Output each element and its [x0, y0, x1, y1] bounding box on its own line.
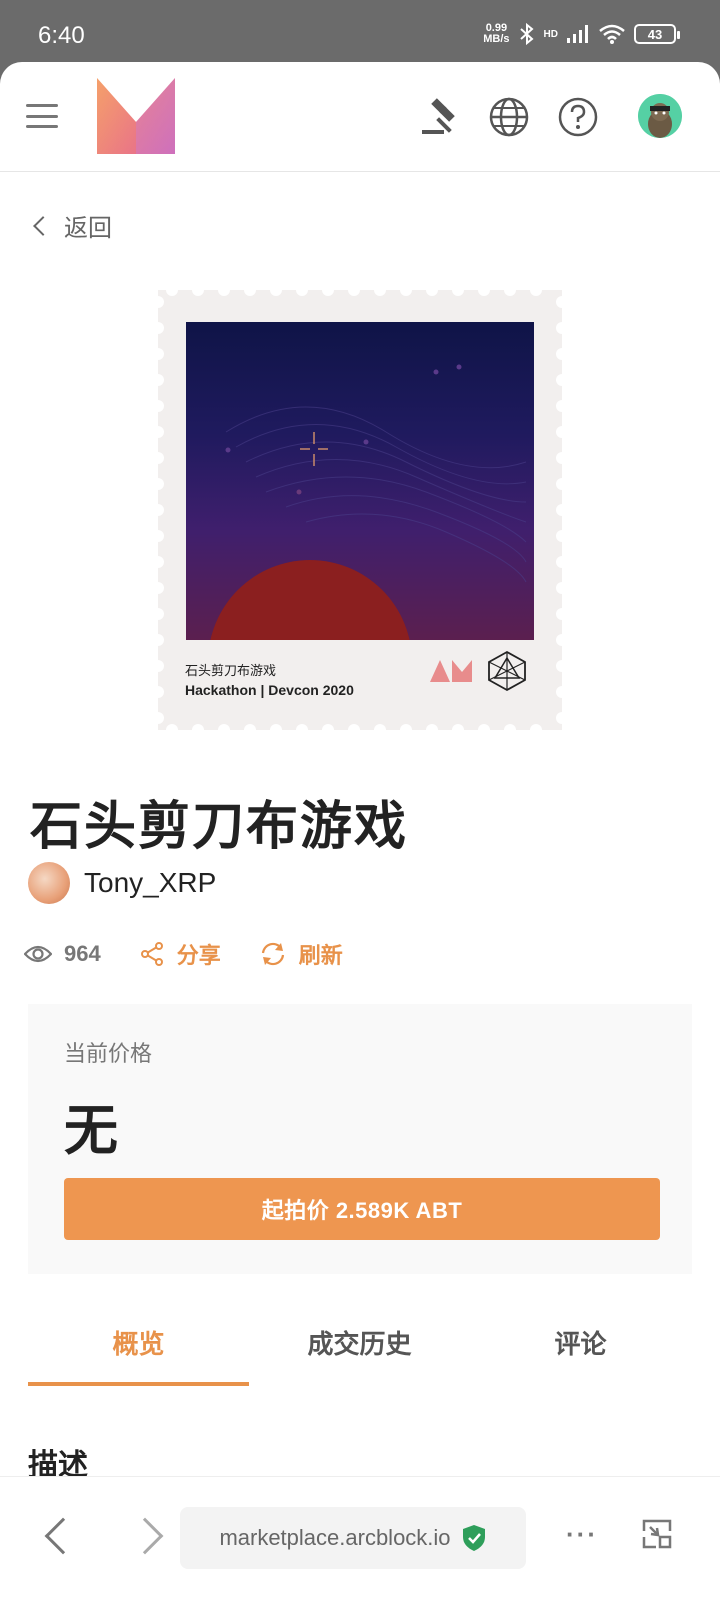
nft-artwork: [186, 322, 534, 640]
auction-hammer-icon[interactable]: [420, 96, 462, 138]
share-label: 分享: [176, 943, 221, 968]
refresh-button[interactable]: 刷新: [259, 938, 343, 970]
price-label: 当前价格: [64, 1041, 153, 1066]
picture-in-picture-icon[interactable]: [640, 1517, 674, 1551]
detail-tabs: 概览 成交历史 评论: [28, 1312, 692, 1386]
share-icon: [140, 942, 163, 966]
url-bar[interactable]: marketplace.arcblock.io: [180, 1507, 526, 1569]
author-link[interactable]: Tony_XRP: [28, 862, 216, 904]
menu-icon[interactable]: [26, 104, 58, 128]
back-link[interactable]: 返回: [30, 208, 112, 243]
battery-indicator: 43: [634, 24, 680, 44]
refresh-label: 刷新: [298, 943, 343, 968]
eye-icon: [24, 945, 52, 963]
share-button[interactable]: 分享: [139, 938, 221, 970]
author-avatar: [28, 862, 70, 904]
help-icon[interactable]: [557, 96, 599, 138]
stamp-caption-event: Hackathon | Devcon 2020: [185, 682, 354, 698]
secure-shield-icon: [462, 1525, 485, 1551]
stamp-logos: [430, 650, 528, 692]
price-value: 无: [64, 1101, 118, 1161]
wifi-icon: [599, 24, 625, 44]
view-count-value: 964: [64, 941, 101, 966]
network-type-label: HD: [543, 28, 558, 40]
view-count: 964: [24, 941, 101, 967]
tab-comments[interactable]: 评论: [470, 1312, 691, 1386]
marketplace-logo[interactable]: [97, 78, 175, 154]
globe-icon[interactable]: [488, 96, 530, 138]
am-logo-icon: [430, 660, 472, 682]
refresh-icon: [261, 942, 284, 966]
status-bar: 6:40 0.99 MB/s HD 43: [0, 0, 720, 62]
top-header: [0, 62, 720, 172]
browser-toolbar: marketplace.arcblock.io ···: [0, 1476, 720, 1600]
ethereum-cube-icon: [488, 650, 526, 692]
more-options-icon[interactable]: ···: [566, 1519, 598, 1550]
url-text: marketplace.arcblock.io: [219, 1525, 451, 1550]
author-name: Tony_XRP: [84, 867, 217, 898]
status-time: 6:40: [38, 22, 85, 49]
signal-icon: [567, 25, 588, 43]
nft-stamp-card[interactable]: 石头剪刀布游戏 Hackathon | Devcon 2020: [150, 282, 570, 738]
item-title: 石头剪刀布游戏: [30, 798, 409, 856]
bluetooth-icon: [519, 22, 534, 46]
app-window: 返回 石头剪刀布游戏 Hackathon | Devcon 2020 石头剪刀布…: [0, 62, 720, 1600]
status-icons: 0.99 MB/s HD 43: [483, 22, 680, 46]
chevron-left-icon: [33, 215, 53, 236]
browser-back-icon[interactable]: [44, 1517, 82, 1555]
bid-button[interactable]: 起拍价 2.589K ABT: [64, 1178, 660, 1240]
tab-overview[interactable]: 概览: [28, 1312, 249, 1386]
price-card: 当前价格 无 起拍价 2.589K ABT: [28, 1004, 692, 1274]
user-avatar[interactable]: [638, 94, 682, 138]
tab-trade-history[interactable]: 成交历史: [249, 1312, 470, 1386]
item-meta: 964 分享 刷新: [24, 938, 343, 970]
stamp-caption-title: 石头剪刀布游戏: [185, 663, 277, 678]
back-label: 返回: [64, 215, 112, 242]
network-speed: 0.99 MB/s: [483, 22, 510, 45]
browser-forward-icon[interactable]: [126, 1517, 164, 1555]
